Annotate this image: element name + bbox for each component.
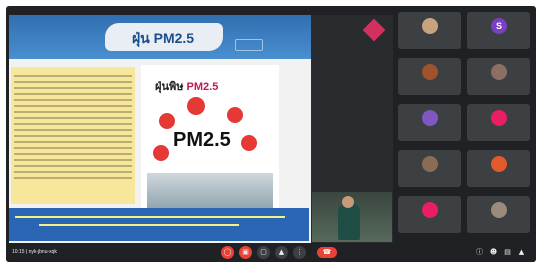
city-illustration [147,173,273,209]
infographic-bubble [159,113,175,129]
pm25-infographic: ฝุ่นพิษ PM2.5 PM2.5 [141,65,279,213]
infographic-bubble [227,107,243,123]
infographic-pm25: PM2.5 [173,129,231,151]
participant-tile[interactable] [398,150,461,187]
participant-tile[interactable] [398,58,461,95]
avatar [422,202,438,218]
avatar [491,64,507,80]
slide-text-box [11,67,135,204]
participant-tile[interactable] [398,12,461,49]
avatar [491,110,507,126]
avatar: S [491,18,507,34]
avatar [422,156,438,172]
meeting-info: 10:15 | nyk-jbnu-xqk [12,249,57,255]
slide-header-button [235,39,263,51]
infographic-heading: ฝุ่นพิษ PM2.5 [155,81,219,93]
activities-icon[interactable]: ▲ [516,247,527,258]
leave-call-button[interactable]: ☎ [317,247,337,258]
slide-header: ฝุ่น PM2.5 [9,15,311,59]
camera-off-button[interactable]: ▣ [239,246,252,259]
participant-tile[interactable]: S [467,12,530,49]
participant-tile[interactable] [467,104,530,141]
participant-tile[interactable] [398,104,461,141]
slide-title: ฝุ่น PM2.5 [131,30,195,46]
mic-off-button[interactable]: ◯ [221,246,234,259]
avatar [422,18,438,34]
participant-tile[interactable] [467,196,530,233]
info-icon[interactable]: ⓘ [474,247,485,258]
shared-slide: ฝุ่น PM2.5 ฝุ่นพิษ PM2.5 PM2.5 [9,15,311,243]
avatar [422,64,438,80]
infographic-bubble [153,145,169,161]
avatar [491,156,507,172]
avatar [422,110,438,126]
infographic-bubble [241,135,257,151]
people-icon[interactable]: ☻ [488,247,499,258]
meeting-control-bar: 10:15 | nyk-jbnu-xqk ◯ ▣ ▢ ▲ ⋮ ☎ ⓘ ☻ ▤ ▲ [6,243,536,262]
captions-button[interactable]: ▢ [257,246,270,259]
meet-window: ฝุ่น PM2.5 ฝุ่นพิษ PM2.5 PM2.5 S 10:15 |… [6,6,536,262]
infographic-bubble [187,97,205,115]
presenter-camera [312,192,392,242]
participant-tile[interactable] [398,196,461,233]
slide-footer-banner [9,208,309,241]
chat-icon[interactable]: ▤ [502,247,513,258]
avatar [491,202,507,218]
present-button[interactable]: ▲ [275,246,288,259]
participant-tile[interactable] [467,58,530,95]
more-options-button[interactable]: ⋮ [293,246,306,259]
participant-tile[interactable] [467,150,530,187]
